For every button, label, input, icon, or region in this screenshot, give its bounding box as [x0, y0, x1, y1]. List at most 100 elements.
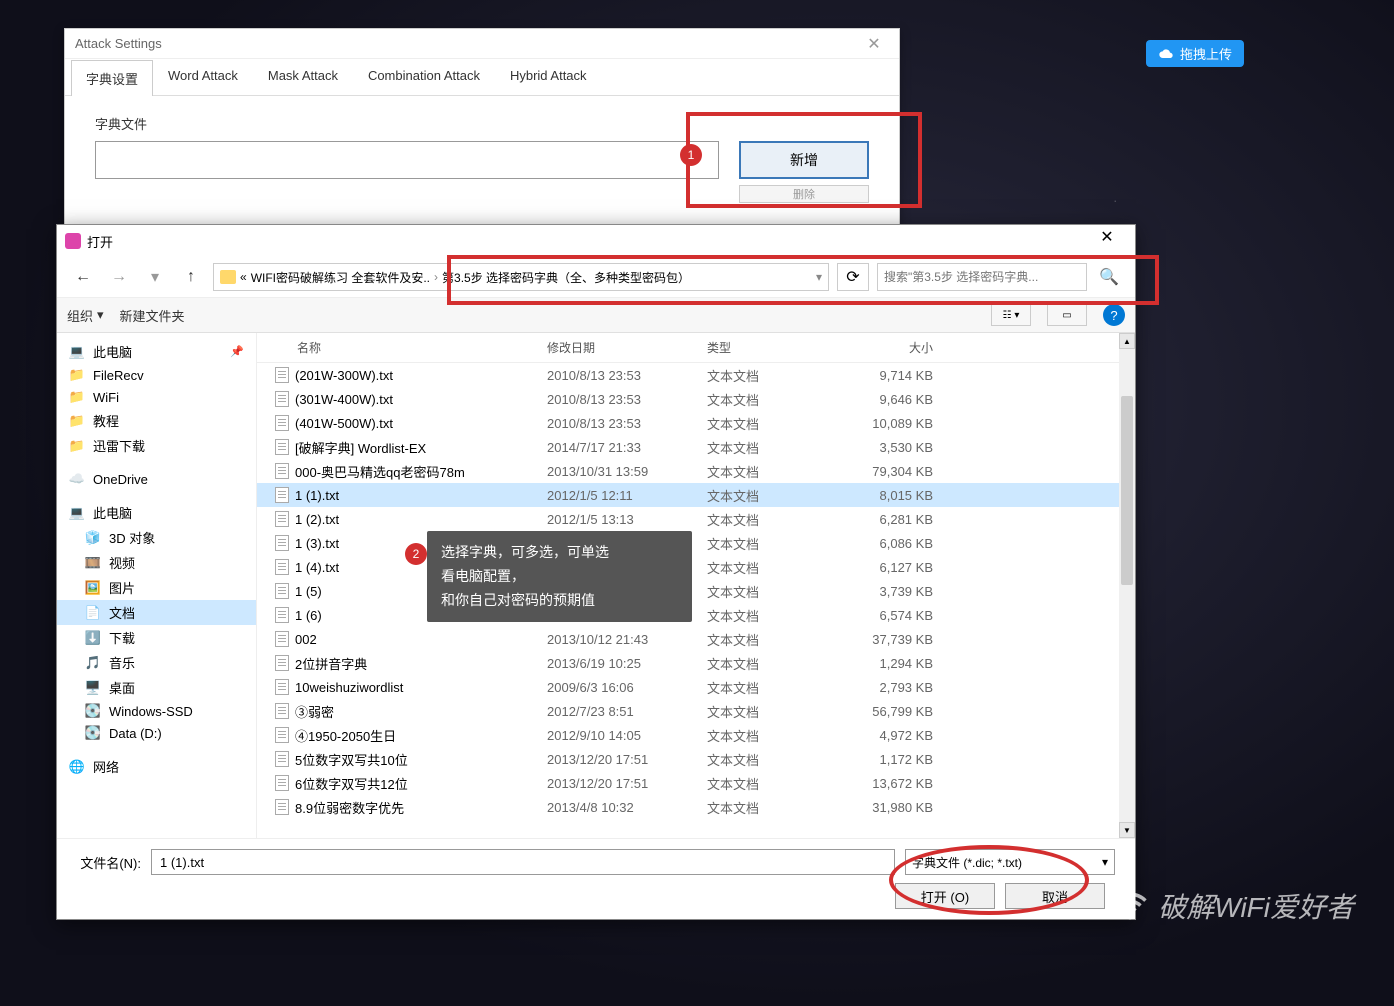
annotation-tooltip: 选择字典，可多选，可单选 看电脑配置， 和你自己对密码的预期值	[427, 531, 692, 622]
document-icon	[275, 583, 289, 599]
document-icon	[275, 703, 289, 719]
cloud-icon: ☁️	[69, 471, 85, 487]
cancel-button[interactable]: 取消	[1005, 883, 1105, 909]
scroll-up-button[interactable]: ▲	[1119, 333, 1135, 349]
file-row[interactable]: (301W-400W).txt2010/8/13 23:53文本文档9,646 …	[257, 387, 1119, 411]
document-icon	[275, 487, 289, 503]
open-button[interactable]: 打开 (O)	[895, 883, 995, 909]
folder-icon: 📁	[69, 438, 85, 454]
organize-button[interactable]: 组织 ▾	[67, 306, 104, 325]
path-crumb-1[interactable]: WIFI密码破解练习 全套软件及安..	[251, 269, 430, 286]
up-button[interactable]: ↑	[177, 263, 205, 291]
folder-icon: 📁	[69, 389, 85, 405]
folder-icon	[220, 270, 236, 284]
open-titlebar[interactable]: 打开 ✕	[57, 225, 1135, 257]
scroll-thumb[interactable]	[1121, 396, 1133, 585]
sidebar-thispc-item[interactable]: 💽Windows-SSD	[57, 700, 256, 722]
item-icon: 🎞️	[85, 555, 101, 571]
attack-tabs: 字典设置 Word Attack Mask Attack Combination…	[65, 59, 899, 96]
sidebar-thispc-item[interactable]: 🖼️图片	[57, 575, 256, 600]
tab-word[interactable]: Word Attack	[153, 59, 253, 95]
annotation-badge-1: 1	[680, 144, 702, 166]
sidebar-quick-item[interactable]: 💻此电脑📌	[57, 339, 256, 364]
view-mode-button[interactable]: ☷ ▾	[991, 304, 1031, 326]
path-crumb-2[interactable]: 第3.5步 选择密码字典（全、多种类型密码包）	[442, 269, 690, 286]
back-button[interactable]: ←	[69, 263, 97, 291]
folder-icon: 📁	[69, 367, 85, 383]
sidebar-quick-item[interactable]: 📁教程	[57, 408, 256, 433]
app-icon	[65, 233, 81, 249]
sidebar-network[interactable]: 🌐网络	[57, 754, 256, 779]
upload-badge[interactable]: 拖拽上传	[1146, 40, 1244, 67]
file-row[interactable]: 5位数字双写共10位2013/12/20 17:51文本文档1,172 KB	[257, 747, 1119, 771]
nav-row: ← → ▾ ↑ « WIFI密码破解练习 全套软件及安.. › 第3.5步 选择…	[57, 257, 1135, 297]
sidebar-quick-item[interactable]: 📁FileRecv	[57, 364, 256, 386]
pin-icon: 📌	[230, 345, 244, 358]
file-row[interactable]: 6位数字双写共12位2013/12/20 17:51文本文档13,672 KB	[257, 771, 1119, 795]
sidebar: 💻此电脑📌📁FileRecv📁WiFi📁教程📁迅雷下载 ☁️OneDrive 💻…	[57, 333, 257, 838]
sidebar-thispc-item[interactable]: 🎵音乐	[57, 650, 256, 675]
search-icon[interactable]: 🔍	[1095, 263, 1123, 291]
item-icon: 📄	[85, 605, 101, 621]
file-row[interactable]: ④1950-2050生日2012/9/10 14:05文本文档4,972 KB	[257, 723, 1119, 747]
file-row[interactable]: (401W-500W).txt2010/8/13 23:53文本文档10,089…	[257, 411, 1119, 435]
attack-titlebar[interactable]: Attack Settings ✕	[65, 29, 899, 59]
tab-dict[interactable]: 字典设置	[71, 60, 153, 96]
document-icon	[275, 439, 289, 455]
folder-icon: 📁	[69, 413, 85, 429]
col-date[interactable]: 修改日期	[547, 339, 707, 356]
file-row[interactable]: 0022013/10/12 21:43文本文档37,739 KB	[257, 627, 1119, 651]
close-icon[interactable]: ✕	[859, 34, 889, 54]
close-icon[interactable]: ✕	[1087, 227, 1127, 255]
search-box[interactable]	[877, 263, 1087, 291]
open-file-dialog: 打开 ✕ ← → ▾ ↑ « WIFI密码破解练习 全套软件及安.. › 第3.…	[56, 224, 1136, 920]
annotation-box-1	[686, 112, 922, 208]
file-row[interactable]: 1 (2).txt2012/1/5 13:13文本文档6,281 KB	[257, 507, 1119, 531]
path-crumb-0: «	[240, 270, 247, 284]
item-icon: ⬇️	[85, 630, 101, 646]
open-title: 打开	[87, 232, 1087, 251]
sidebar-thispc-item[interactable]: 📄文档	[57, 600, 256, 625]
sidebar-quick-item[interactable]: 📁WiFi	[57, 386, 256, 408]
sidebar-thispc-item[interactable]: ⬇️下载	[57, 625, 256, 650]
scroll-down-button[interactable]: ▼	[1119, 822, 1135, 838]
sidebar-quick-item[interactable]: 📁迅雷下载	[57, 433, 256, 458]
file-row[interactable]: ③弱密2012/7/23 8:51文本文档56,799 KB	[257, 699, 1119, 723]
file-row[interactable]: 2位拼音字典2013/6/19 10:25文本文档1,294 KB	[257, 651, 1119, 675]
file-row[interactable]: [破解字典] Wordlist-EX2014/7/17 21:33文本文档3,5…	[257, 435, 1119, 459]
forward-button[interactable]: →	[105, 263, 133, 291]
cloud-icon	[1158, 46, 1174, 62]
sidebar-thispc-item[interactable]: 🧊3D 对象	[57, 525, 256, 550]
tab-mask[interactable]: Mask Attack	[253, 59, 353, 95]
search-input[interactable]	[884, 270, 1080, 284]
file-row[interactable]: 000-奥巴马精选qq老密码78m2013/10/31 13:59文本文档79,…	[257, 459, 1119, 483]
col-type[interactable]: 类型	[707, 339, 847, 356]
sidebar-onedrive[interactable]: ☁️OneDrive	[57, 468, 256, 490]
new-folder-button[interactable]: 新建文件夹	[120, 306, 185, 325]
document-icon	[275, 631, 289, 647]
filename-input[interactable]	[151, 849, 895, 875]
tab-combination[interactable]: Combination Attack	[353, 59, 495, 95]
sidebar-thispc[interactable]: 💻此电脑	[57, 500, 256, 525]
annotation-badge-2: 2	[405, 543, 427, 565]
file-row[interactable]: 1 (1).txt2012/1/5 12:11文本文档8,015 KB	[257, 483, 1119, 507]
col-name[interactable]: 名称	[257, 339, 547, 356]
scroll-track[interactable]	[1119, 349, 1135, 822]
recent-dropdown[interactable]: ▾	[141, 263, 169, 291]
tab-hybrid[interactable]: Hybrid Attack	[495, 59, 602, 95]
file-row[interactable]: (201W-300W).txt2010/8/13 23:53文本文档9,714 …	[257, 363, 1119, 387]
path-bar[interactable]: « WIFI密码破解练习 全套软件及安.. › 第3.5步 选择密码字典（全、多…	[213, 263, 829, 291]
sidebar-thispc-item[interactable]: 💽Data (D:)	[57, 722, 256, 744]
dict-file-input[interactable]	[95, 141, 719, 179]
filetype-dropdown[interactable]: 字典文件 (*.dic; *.txt)▾	[905, 849, 1115, 875]
help-button[interactable]: ?	[1103, 304, 1125, 326]
sidebar-thispc-item[interactable]: 🖥️桌面	[57, 675, 256, 700]
sidebar-thispc-item[interactable]: 🎞️视频	[57, 550, 256, 575]
preview-pane-button[interactable]: ▭	[1047, 304, 1087, 326]
refresh-button[interactable]: ⟳	[837, 263, 869, 291]
scrollbar[interactable]: ▲ ▼	[1119, 333, 1135, 838]
chevron-down-icon[interactable]: ▾	[816, 270, 822, 284]
file-row[interactable]: 8.9位弱密数字优先2013/4/8 10:32文本文档31,980 KB	[257, 795, 1119, 819]
file-row[interactable]: 10weishuziwordlist2009/6/3 16:06文本文档2,79…	[257, 675, 1119, 699]
col-size[interactable]: 大小	[847, 339, 947, 356]
